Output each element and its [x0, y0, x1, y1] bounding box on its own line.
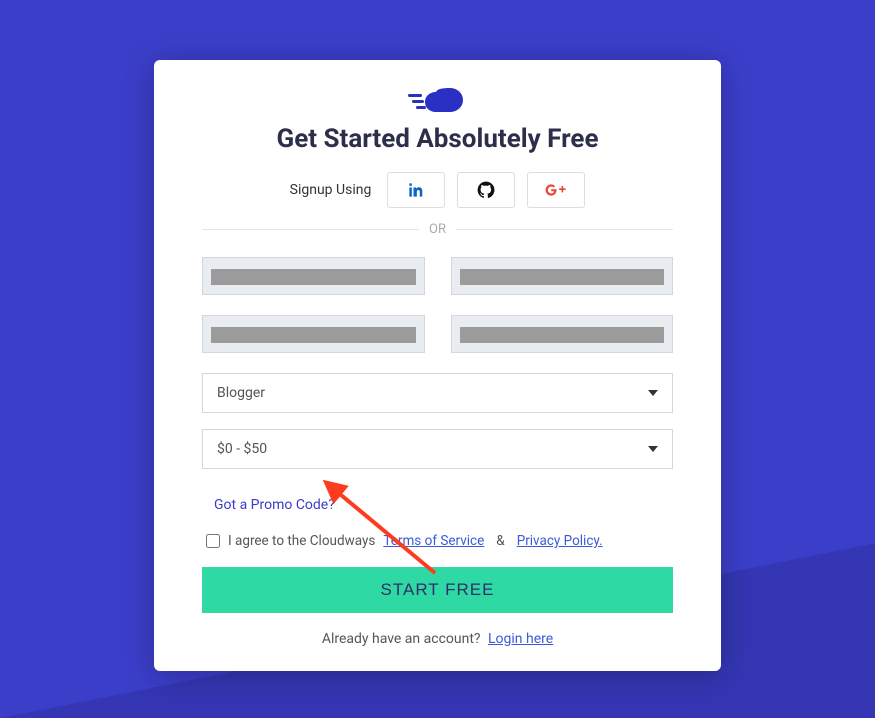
github-icon: [476, 180, 496, 200]
role-select-value: Blogger: [217, 385, 265, 401]
budget-select-value: $0 - $50: [217, 441, 267, 457]
agree-text: I agree to the Cloudways: [228, 533, 375, 549]
or-divider: OR: [202, 222, 673, 237]
input-grid: [202, 257, 673, 353]
cloud-logo-icon: [406, 80, 470, 116]
login-prefix: Already have an account?: [322, 631, 481, 647]
promo-code-link[interactable]: Got a Promo Code?: [214, 497, 335, 513]
social-label: Signup Using: [290, 182, 372, 198]
login-row: Already have an account? Login here: [202, 631, 673, 647]
chevron-down-icon: [648, 390, 658, 396]
agree-checkbox[interactable]: [206, 534, 220, 548]
ampersand: &: [496, 533, 504, 549]
social-signup-row: Signup Using: [202, 172, 673, 208]
linkedin-button[interactable]: [387, 172, 445, 208]
chevron-down-icon: [648, 446, 658, 452]
first-name-field[interactable]: [202, 257, 425, 295]
password-field[interactable]: [451, 315, 674, 353]
logo: [202, 80, 673, 116]
role-select[interactable]: Blogger: [202, 373, 673, 413]
email-field[interactable]: [202, 315, 425, 353]
start-free-button[interactable]: START FREE: [202, 567, 673, 613]
linkedin-icon: [406, 180, 426, 200]
signup-card: Get Started Absolutely Free Signup Using…: [154, 60, 721, 671]
google-plus-icon: [544, 181, 568, 199]
agree-row: I agree to the Cloudways Terms of Servic…: [202, 533, 673, 549]
github-button[interactable]: [457, 172, 515, 208]
page-title: Get Started Absolutely Free: [202, 124, 673, 154]
google-plus-button[interactable]: [527, 172, 585, 208]
terms-of-service-link[interactable]: Terms of Service: [383, 533, 484, 549]
privacy-policy-link[interactable]: Privacy Policy.: [517, 533, 603, 549]
budget-select[interactable]: $0 - $50: [202, 429, 673, 469]
login-link[interactable]: Login here: [488, 631, 553, 647]
last-name-field[interactable]: [451, 257, 674, 295]
